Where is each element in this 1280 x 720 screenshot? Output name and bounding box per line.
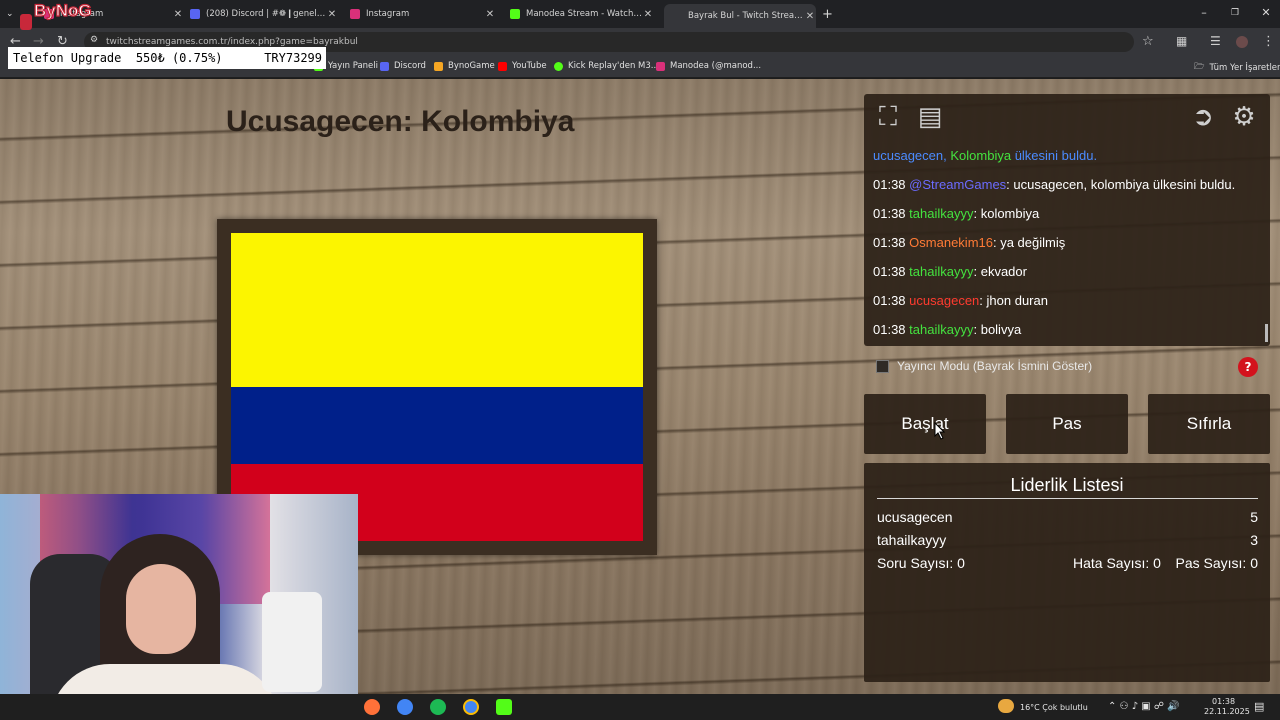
kick-icon [554,61,563,71]
tab-bayrak-bul[interactable]: Bayrak Bul - Twitch Stream Games ✕ [664,4,816,28]
chat-message: 01:38 Osmanekim16: ya değilmiş [873,235,1066,250]
bookmark-youtube[interactable]: YouTube [498,61,547,71]
url-text: twitchstreamgames.com.tr/index.php?game=… [106,37,358,47]
help-button[interactable]: ? [1238,357,1258,377]
chat-panel: ⛶ ▤ ➲ ⚙ ucusagecen, Kolombiya ülkesini b… [864,94,1270,346]
new-tab-button[interactable]: + [822,4,838,24]
game-title: Ucusagecen: Kolombiya [226,105,575,138]
chevron-down-icon: ⌄ [6,9,14,19]
tab-discord[interactable]: (208) Discord | #❁❙genel-sohbet ✕ [190,4,338,24]
all-bookmarks[interactable]: 🗁 Tüm Yer İşaretleri [1194,61,1280,75]
chat-user: tahailkayyy [909,264,974,279]
tab-instagram-2[interactable]: Instagram ✕ [350,4,496,24]
app-icon[interactable] [496,699,512,715]
browser-tab-bar: ⌄ Instagram ✕ (208) Discord | #❁❙genel-s… [0,0,1280,28]
discord-icon [380,61,389,71]
twitch-games-icon [674,11,682,21]
webcam-face [126,564,196,654]
spotify-icon[interactable] [430,699,446,715]
chat-message: 01:38 tahailkayyy: bolivya [873,322,1022,337]
error-count: Hata Sayısı: 0 [1073,555,1161,571]
discord-icon [190,9,200,19]
tray-icons[interactable]: ⌃ ⚇ ♪ ▣ ☍ 🔊 [1108,701,1180,712]
leaderboard: Liderlik Listesi ucusagecen 5 tahailkayy… [864,463,1270,682]
notes-icon[interactable]: ▤ [913,100,947,134]
chat-message: 01:38 ucusagecen: jhon duran [873,293,1048,308]
bynogame-icon [434,61,443,71]
leaderboard-title: Liderlik Listesi [1010,475,1124,495]
bookmark-manodea[interactable]: Manodea (@manod... [656,61,761,71]
bookmark-star-icon[interactable]: ☆ [1142,34,1154,49]
flag-stripe-blue [231,387,643,464]
weather-icon [998,699,1014,713]
gear-icon[interactable]: ⚙ [1227,100,1261,134]
chat-message: 01:38 tahailkayyy: kolombiya [873,206,1040,221]
chat-log: ucusagecen, Kolombiya ülkesini buldu. 01… [873,147,1263,350]
chat-scrollbar[interactable] [1265,324,1268,342]
firefox-icon[interactable] [364,699,380,715]
minimize-icon[interactable]: – [1194,6,1214,19]
pass-count: Pas Sayısı: 0 [1175,555,1258,571]
chat-announcement: ucusagecen, Kolombiya ülkesini buldu. [873,148,1098,163]
bookmark-discord[interactable]: Discord [380,61,426,71]
chrome-icon[interactable] [397,699,413,715]
streamer-mode-label: Yayıncı Modu (Bayrak İsmini Göster) [897,359,1093,373]
leaderboard-row: tahailkayyy 3 [877,532,1258,548]
fullscreen-icon[interactable]: ⛶ [871,100,905,134]
tab-kick[interactable]: Manodea Stream - Watch Live on Kick ✕ [510,4,654,24]
taskbar: 16°C Çok bulutlu ⌃ ⚇ ♪ ▣ ☍ 🔊 01:38 22.11… [0,694,1280,720]
kick-icon [510,9,520,19]
chat-user: tahailkayyy [909,206,974,221]
close-icon[interactable]: ✕ [484,9,496,20]
bookmark-bynogame[interactable]: BynoGame [434,61,495,71]
chrome-active-icon[interactable] [463,699,479,715]
clock-date[interactable]: 22.11.2025 [1204,707,1250,716]
start-button[interactable]: Başlat [864,394,986,454]
webcam-lamp [262,592,322,692]
logout-icon[interactable]: ➲ [1186,100,1220,134]
weather-text: 16°C Çok bulutlu [1020,703,1088,712]
window-close-icon[interactable]: ✕ [1256,6,1276,19]
close-icon[interactable]: ✕ [172,9,184,20]
extensions-icon[interactable]: ▦ [1176,34,1187,48]
leaderboard-row: ucusagecen 5 [877,509,1258,525]
webcam-overlay [0,494,358,720]
chat-message: 01:38 @StreamGames: ucusagecen, kolombiy… [873,177,1236,192]
bookmark-kick-replay[interactable]: Kick Replay'den M3... [554,61,659,71]
game-stats: Soru Sayısı: 0 Hata Sayısı: 0 Pas Sayısı… [877,555,1258,575]
folder-icon: 🗁 [1194,62,1205,72]
instagram-icon [350,9,360,19]
instagram-icon [656,61,665,71]
close-icon[interactable]: ✕ [326,9,338,20]
byno-logo: ByNoG [20,0,92,30]
media-controls-icon[interactable]: ☰ [1210,34,1221,48]
streamer-mode-row: Yayıncı Modu (Bayrak İsmini Göster) ? [864,351,1270,383]
chat-message: 01:38 tahailkayyy: ekvador [873,264,1027,279]
chat-user: Osmanekim16 [909,235,993,250]
pass-button[interactable]: Pas [1006,394,1128,454]
close-icon[interactable]: ✕ [642,9,654,20]
svg-text:ByNoG: ByNoG [34,1,92,20]
flag-stripe-yellow [231,233,643,387]
more-menu-icon[interactable]: ⋮ [1262,34,1275,49]
question-count: Soru Sayısı: 0 [877,555,965,571]
divider [877,498,1258,499]
youtube-icon [498,61,507,71]
reset-button[interactable]: Sıfırla [1148,394,1270,454]
mouse-cursor-icon [934,422,945,440]
chat-user: tahailkayyy [909,322,974,337]
site-info-icon[interactable]: ⚙ [90,35,98,45]
notifications-icon[interactable]: ▤ [1254,700,1264,713]
chat-user: @StreamGames [909,177,1007,192]
restore-icon[interactable]: ❐ [1225,8,1245,18]
clock-time[interactable]: 01:38 [1212,697,1235,706]
streamer-mode-checkbox[interactable] [876,360,889,373]
chat-user: ucusagecen [909,293,980,308]
profile-avatar[interactable] [1236,36,1248,48]
close-icon[interactable]: ✕ [804,11,816,22]
stream-ticker: Telefon Upgrade 550₺ (0.75%) TRY73299 [8,47,326,69]
